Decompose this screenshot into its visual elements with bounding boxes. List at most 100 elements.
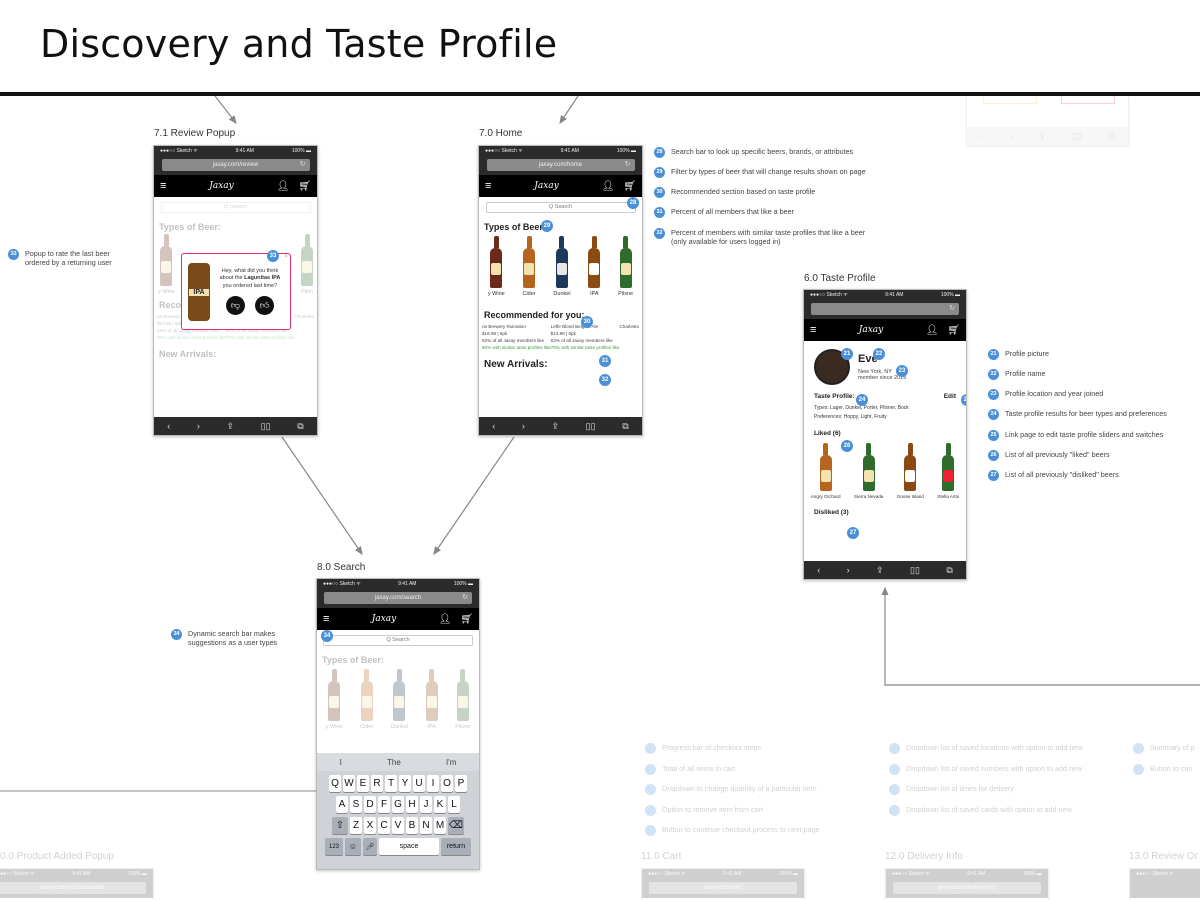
popup-text: Hey, what did you think about the Laguni… — [219, 267, 281, 289]
microphone-icon[interactable]: 🎤︎ — [363, 838, 377, 855]
tabs-icon[interactable]: ⧉ — [297, 421, 303, 432]
space-key[interactable]: space — [379, 838, 439, 855]
section-new-arrivals: New Arrivals: — [484, 358, 548, 370]
key-j[interactable]: J — [420, 796, 432, 813]
url-bar[interactable]: ↻ — [811, 303, 959, 315]
suggestion-item[interactable]: The — [387, 758, 401, 767]
reload-icon[interactable]: ↻ — [949, 304, 955, 312]
key-f[interactable]: F — [378, 796, 390, 813]
close-icon[interactable]: × — [284, 254, 288, 260]
annotation-badge: 31 — [599, 355, 611, 367]
list-item[interactable]: Charlesto — [619, 324, 639, 352]
menu-icon[interactable]: ≡ — [810, 324, 816, 336]
key-v[interactable]: V — [392, 817, 404, 834]
reload-icon[interactable]: ↻ — [462, 593, 468, 601]
key-g[interactable]: G — [392, 796, 404, 813]
key-r[interactable]: R — [371, 775, 383, 792]
list-item[interactable]: Angry Orchard — [811, 443, 841, 499]
search-screen: ●●●○○ Sketch ᯤ 9:41 AM 100% ▬ jaxay.com/se… — [316, 578, 480, 870]
back-icon[interactable]: ‹ — [817, 565, 820, 575]
emoji-key[interactable]: ☺ — [345, 838, 361, 855]
key-y[interactable]: Y — [399, 775, 411, 792]
key-w[interactable]: W — [343, 775, 355, 792]
key-t[interactable]: T — [385, 775, 397, 792]
edit-link[interactable]: Edit — [944, 393, 956, 400]
menu-icon[interactable]: ≡ — [160, 180, 166, 192]
forward-icon[interactable]: › — [197, 421, 200, 431]
key-e[interactable]: E — [357, 775, 369, 792]
search-input[interactable]: Q Search — [485, 201, 636, 213]
cart-icon[interactable]: 🛒︎ — [460, 614, 473, 625]
back-icon[interactable]: ‹ — [167, 421, 170, 431]
key-c[interactable]: C — [378, 817, 390, 834]
share-icon[interactable]: ⇪ — [876, 565, 884, 576]
search-input[interactable]: Q Search — [323, 634, 473, 646]
key-s[interactable]: S — [350, 796, 362, 813]
search-input[interactable]: Q Search — [160, 201, 311, 213]
bookmarks-icon[interactable]: ▯▯ — [261, 421, 271, 432]
key-o[interactable]: O — [441, 775, 453, 792]
shift-key[interactable]: ⇧ — [332, 817, 348, 834]
user-icon[interactable]: 👤︎ — [926, 325, 939, 336]
return-key[interactable]: return — [441, 838, 471, 855]
numbers-key[interactable]: 123 — [325, 838, 343, 855]
legend-item: 22 Profile name — [988, 369, 1045, 380]
list-item[interactable]: Leffe Blond Belgian Ale $13.99 | 6pk 62% o… — [551, 324, 620, 352]
key-p[interactable]: P — [455, 775, 467, 792]
thumbs-up-button[interactable]: 👍︎ — [255, 296, 274, 316]
forward-icon[interactable]: › — [522, 421, 525, 431]
user-icon[interactable]: 👤︎ — [439, 614, 452, 625]
key-x[interactable]: X — [364, 817, 376, 834]
reload-icon[interactable]: ↻ — [300, 160, 306, 168]
suggestion-item[interactable]: I'm — [446, 758, 456, 767]
review-popup[interactable]: IPA Hey, what did you think about the La… — [181, 253, 291, 330]
key-n[interactable]: N — [420, 817, 432, 834]
user-icon[interactable]: 👤︎ — [602, 181, 615, 192]
beer-type-item[interactable]: Cider — [522, 236, 536, 297]
share-icon[interactable]: ⇪ — [227, 421, 235, 432]
menu-icon[interactable]: ≡ — [323, 613, 329, 625]
key-q[interactable]: Q — [329, 775, 341, 792]
beer-type-filter[interactable]: y Wine Cider Dunkel IPA Pilsne — [479, 234, 642, 299]
key-k[interactable]: K — [434, 796, 446, 813]
reload-icon[interactable]: ↻ — [625, 160, 631, 168]
key-d[interactable]: D — [364, 796, 376, 813]
key-u[interactable]: U — [413, 775, 425, 792]
thumbs-down-button[interactable]: 👎︎ — [226, 296, 245, 316]
beer-type-item[interactable]: Pilsne — [618, 236, 633, 297]
tabs-icon[interactable]: ⧉ — [946, 565, 952, 576]
key-z[interactable]: Z — [350, 817, 362, 834]
delete-key[interactable]: ⌫ — [448, 817, 464, 834]
list-item[interactable]: Sierra Nevada — [854, 443, 883, 499]
url-bar[interactable]: jaxay.com/home ↻ — [486, 159, 635, 171]
arrow-review-to-search — [281, 436, 363, 555]
list-item[interactable]: ne Brewery Ruination $18.99 | 6pk 62% of a… — [482, 324, 551, 352]
key-a[interactable]: A — [336, 796, 348, 813]
cart-icon[interactable]: 🛒︎ — [947, 325, 960, 336]
suggestion-item[interactable]: I — [340, 758, 342, 767]
beer-type-item[interactable]: Dunkel — [553, 236, 571, 297]
legend-item: 30 Recommended section based on taste pro… — [654, 187, 815, 198]
faded-screen: ●●●○○ Sketch ᯤ 9:41 AM 100% ▬ jaxay.com/de… — [885, 868, 1049, 900]
cart-icon[interactable]: 🛒︎ — [623, 181, 636, 192]
menu-icon[interactable]: ≡ — [485, 180, 491, 192]
back-icon[interactable]: ‹ — [492, 421, 495, 431]
cart-icon[interactable]: 🛒︎ — [298, 181, 311, 192]
user-icon[interactable]: 👤︎ — [277, 181, 290, 192]
url-bar[interactable]: jaxay.com/review ↻ — [161, 159, 310, 171]
forward-icon[interactable]: › — [847, 565, 850, 575]
bookmarks-icon[interactable]: ▯▯ — [910, 565, 920, 576]
tabs-icon[interactable]: ⧉ — [622, 421, 628, 432]
list-item[interactable]: Stella Artoi — [937, 443, 959, 499]
share-icon[interactable]: ⇪ — [552, 421, 560, 432]
key-b[interactable]: B — [406, 817, 418, 834]
key-i[interactable]: I — [427, 775, 439, 792]
url-bar[interactable]: jaxay.com/search ↻ — [324, 592, 472, 604]
bookmarks-icon[interactable]: ▯▯ — [586, 421, 596, 432]
key-l[interactable]: L — [448, 796, 460, 813]
beer-type-item[interactable]: IPA — [588, 236, 601, 297]
beer-type-item[interactable]: y Wine — [488, 236, 505, 297]
list-item[interactable]: Goose Island — [897, 443, 924, 499]
key-h[interactable]: H — [406, 796, 418, 813]
key-m[interactable]: M — [434, 817, 446, 834]
